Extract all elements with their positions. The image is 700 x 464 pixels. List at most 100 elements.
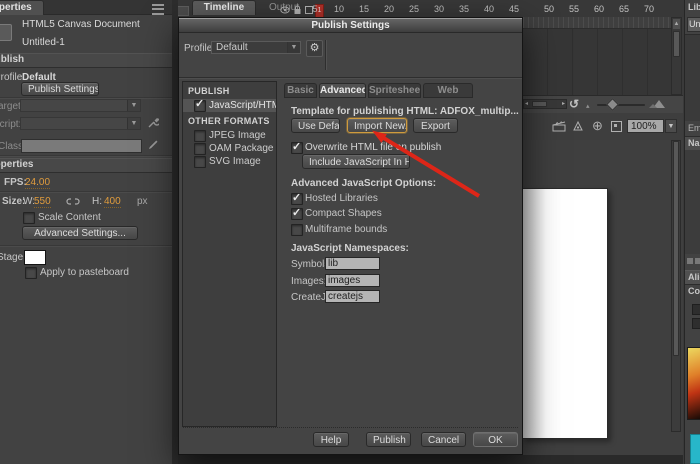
ruler-number: 20 <box>383 4 394 14</box>
library-new-folder-icon[interactable] <box>695 258 700 264</box>
stroke-color-button[interactable] <box>692 304 700 315</box>
advanced-settings-button[interactable]: Advanced Settings... <box>22 226 138 240</box>
publish-button[interactable]: Publish <box>366 432 411 447</box>
overwrite-html-checkbox[interactable] <box>291 140 303 154</box>
footer-separator <box>183 427 518 428</box>
stage-color-swatch[interactable] <box>24 250 46 265</box>
script-wrench-icon[interactable] <box>147 117 159 129</box>
dialog-divider-horizontal <box>179 77 522 78</box>
profile-options-button[interactable]: ⚙ <box>306 40 323 57</box>
color-gradient-field[interactable] <box>687 347 700 420</box>
jpeg-checkbox[interactable] <box>194 130 206 142</box>
timeline-panel: Timeline Output 1 5 10 15 20 25 30 35 40… <box>172 0 700 17</box>
scale-content-checkbox[interactable] <box>23 212 35 224</box>
ruler-number: 30 <box>433 4 444 14</box>
hosted-libraries-label: Hosted Libraries <box>305 193 378 204</box>
dialog-profile-dropdown[interactable]: Default ▼ <box>211 41 301 54</box>
align-panel-tab[interactable]: Align <box>685 270 700 285</box>
timeline-zoom-slider[interactable] <box>597 104 645 106</box>
link-dimensions-icon[interactable] <box>66 197 80 206</box>
ok-button[interactable]: OK <box>473 432 518 447</box>
lock-icon[interactable] <box>293 5 302 15</box>
library-new-symbol-icon[interactable] <box>687 258 693 264</box>
stage-zoom-field[interactable]: 100% <box>627 119 664 133</box>
script-label: Script: <box>0 119 22 130</box>
dialog-divider-vertical <box>325 40 326 70</box>
createjs-input[interactable] <box>325 290 380 303</box>
ruler-number: 50 <box>543 4 554 14</box>
loop-playback-icon[interactable]: ↺ <box>569 97 579 111</box>
ruler-number: 45 <box>508 4 519 14</box>
stage-canvas[interactable] <box>522 188 608 439</box>
tab-web-fonts[interactable]: Web fonts <box>423 83 473 98</box>
apply-pasteboard-checkbox[interactable] <box>25 267 37 279</box>
tab-properties[interactable]: Properties <box>0 0 44 15</box>
fill-color-button[interactable] <box>692 318 700 329</box>
tab-basic[interactable]: Basic <box>284 83 317 98</box>
timeline-horizontal-scrollbar[interactable]: ◂ ▸ <box>523 99 567 109</box>
format-row-svg[interactable]: SVG Image <box>183 155 276 168</box>
overwrite-html-label: Overwrite HTML file on publish <box>305 142 442 153</box>
import-new-button[interactable]: Import New... <box>347 118 407 133</box>
publish-section-header[interactable] <box>0 53 172 68</box>
show-hide-eye-icon[interactable] <box>280 6 290 14</box>
other-formats-header: OTHER FORMATS <box>188 116 270 126</box>
ruler-number: 10 <box>333 4 344 14</box>
library-doc-selector[interactable]: Untitled-1 <box>687 17 700 32</box>
use-default-button[interactable]: Use Default <box>291 118 340 133</box>
help-button[interactable]: Help <box>313 432 349 447</box>
symbols-input[interactable] <box>325 257 380 270</box>
ruler-number: 55 <box>568 4 579 14</box>
class-field[interactable] <box>21 139 142 153</box>
edit-symbols-icon[interactable] <box>572 121 584 132</box>
advanced-options-header: Advanced JavaScript Options: <box>291 178 437 189</box>
timeline-vertical-scrollbar[interactable]: ▲ <box>671 17 682 95</box>
svg-checkbox[interactable] <box>194 156 206 168</box>
center-frame-icon[interactable]: ⊕ <box>592 118 603 134</box>
panel-menu-icon[interactable] <box>152 4 164 15</box>
tab-timeline[interactable]: Timeline <box>192 0 256 15</box>
export-button[interactable]: Export <box>413 118 458 133</box>
oam-checkbox[interactable] <box>194 143 206 155</box>
document-type-icon <box>0 24 12 41</box>
stage-vertical-scrollbar[interactable] <box>671 140 681 432</box>
format-row-javascript-html[interactable]: JavaScript/HTML <box>183 98 276 112</box>
dialog-title[interactable]: Publish Settings <box>179 18 522 33</box>
tab-spritesheet[interactable]: Spritesheet <box>368 83 421 98</box>
clip-content-icon[interactable] <box>611 121 622 132</box>
format-row-jpeg[interactable]: JPEG Image <box>183 129 276 142</box>
timeline-zoom-slider-thumb[interactable] <box>606 98 619 111</box>
class-pencil-icon[interactable] <box>148 139 159 150</box>
library-list-area[interactable] <box>685 150 700 254</box>
multiframe-bounds-label: Multiframe bounds <box>305 224 388 235</box>
script-dropdown[interactable]: ▼ <box>20 117 141 130</box>
cancel-button[interactable]: Cancel <box>421 432 466 447</box>
images-input[interactable] <box>325 274 380 287</box>
hosted-libraries-checkbox[interactable] <box>291 191 303 205</box>
separator <box>0 97 172 98</box>
fps-value[interactable]: 24.00 <box>25 177 51 189</box>
tab-advanced[interactable]: Advanced <box>319 83 366 98</box>
edit-scene-icon[interactable] <box>552 121 566 132</box>
color-swatch-cyan[interactable] <box>690 434 700 464</box>
library-panel-tab[interactable]: Library <box>688 2 700 12</box>
height-label: H: <box>92 196 102 207</box>
color-panel-tab[interactable]: Color <box>688 286 700 296</box>
width-value[interactable]: 550 <box>34 196 51 208</box>
height-value[interactable]: 400 <box>104 196 121 208</box>
include-javascript-button[interactable]: Include JavaScript In HTML... <box>302 154 410 169</box>
stage-zoom-dropdown-arrow[interactable]: ▼ <box>665 119 677 133</box>
compact-shapes-checkbox[interactable] <box>291 206 303 220</box>
publish-settings-button[interactable]: Publish Settings... <box>21 82 99 96</box>
javascript-html-checkbox[interactable] <box>194 98 206 112</box>
fps-label: FPS: <box>4 177 27 188</box>
format-row-oam[interactable]: OAM Package <box>183 142 276 155</box>
bottom-scroll-band <box>172 455 683 464</box>
timeline-frames-area[interactable] <box>523 29 671 95</box>
target-dropdown[interactable]: ▼ <box>20 99 141 112</box>
frame-size-toggle-icon[interactable]: ▴ <box>586 102 590 110</box>
multiframe-bounds-checkbox[interactable] <box>291 224 303 236</box>
document-name[interactable]: Untitled-1 <box>22 37 65 48</box>
timeline-ruler-ticks[interactable] <box>523 17 671 29</box>
library-name-column-header[interactable]: Name <box>685 136 700 151</box>
